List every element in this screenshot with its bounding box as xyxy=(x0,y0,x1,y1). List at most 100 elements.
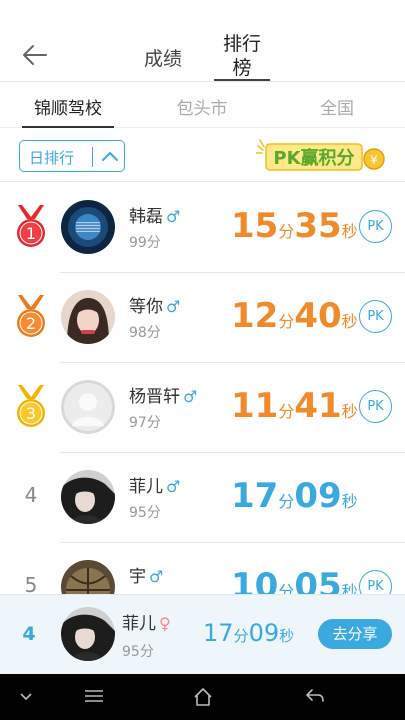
time-seconds: 09 xyxy=(248,619,280,647)
male-icon: ♂ xyxy=(166,477,181,496)
period-label: 日排行 xyxy=(29,149,75,167)
pk-button[interactable]: PK xyxy=(359,300,392,333)
my-avatar[interactable] xyxy=(61,607,115,661)
time-sec-unit: 秒 xyxy=(279,627,295,645)
tab-national[interactable]: 全国 xyxy=(318,94,356,119)
menu-icon[interactable] xyxy=(83,686,105,706)
avatar[interactable] xyxy=(61,470,115,524)
period-selector[interactable]: 日排行 xyxy=(19,140,125,172)
exam-time: 12分40秒 xyxy=(231,296,358,336)
rank-row[interactable]: 3 杨晋轩 ♂ 97分 11分41秒 PK xyxy=(0,362,405,453)
pk-button[interactable]: PK xyxy=(359,210,392,243)
male-icon: ♂ xyxy=(166,207,181,226)
my-name: 菲儿 ♀ xyxy=(122,609,171,634)
rank-row[interactable]: 2 等你 ♂ 98分 12分40秒 PK xyxy=(0,272,405,363)
user-name: 等你 ♂ xyxy=(129,292,180,317)
avatar[interactable] xyxy=(61,290,115,344)
exam-time: 10分05秒 xyxy=(231,566,358,594)
user-name: 韩磊 ♂ xyxy=(129,202,180,227)
avatar[interactable] xyxy=(61,560,115,594)
avatar[interactable] xyxy=(61,200,115,254)
pk-logo-text: PK赢积分 xyxy=(273,147,354,169)
active-tab-underline xyxy=(214,79,270,81)
time-seconds: 40 xyxy=(294,296,342,336)
chevron-up-icon xyxy=(102,151,118,161)
chevron-down-icon[interactable] xyxy=(16,686,36,706)
home-icon[interactable] xyxy=(192,686,214,708)
time-sec-unit: 秒 xyxy=(341,312,358,331)
time-minutes: 15 xyxy=(231,206,279,246)
time-seconds: 35 xyxy=(294,206,342,246)
time-sec-unit: 秒 xyxy=(341,402,358,421)
time-minutes: 17 xyxy=(203,619,234,647)
exam-time: 11分41秒 xyxy=(231,386,358,426)
tab-city[interactable]: 包头市 xyxy=(173,94,231,119)
silver-medal-icon: 2 xyxy=(17,295,45,337)
user-name-text: 等你 xyxy=(129,297,163,317)
scope-tabs: 锦顺驾校 包头市 全国 xyxy=(0,82,405,128)
rank-number: 2 xyxy=(26,314,36,333)
time-sec-unit: 秒 xyxy=(341,492,358,511)
time-min-unit: 分 xyxy=(278,222,295,241)
male-icon: ♂ xyxy=(183,387,198,406)
pk-button[interactable]: PK xyxy=(359,570,392,594)
user-name-text: 韩磊 xyxy=(129,207,163,227)
leaderboard-list[interactable]: 1 韩磊 ♂ 99分 15分35秒 PK 2 等你 ♂ 98分 12分40秒 P… xyxy=(0,182,405,594)
filter-bar: 日排行 PK赢积分 ¥ xyxy=(0,128,405,182)
time-minutes: 12 xyxy=(231,296,279,336)
user-name-text: 宇 xyxy=(129,567,146,587)
pk-points-logo[interactable]: PK赢积分 ¥ xyxy=(256,138,390,174)
user-score: 97分 xyxy=(129,415,161,431)
rank-row[interactable]: 1 韩磊 ♂ 99分 15分35秒 PK xyxy=(0,182,405,273)
time-sec-unit: 秒 xyxy=(341,222,358,241)
time-seconds: 09 xyxy=(294,476,342,516)
rank-row[interactable]: 5 宇 ♂ 10分05秒 PK xyxy=(0,542,405,594)
exam-time: 17分09秒 xyxy=(231,476,358,516)
time-sec-unit: 秒 xyxy=(341,582,358,594)
time-minutes: 17 xyxy=(231,476,279,516)
my-rank-bar: 4 菲儿 ♀ 95分 17分09秒 去分享 xyxy=(0,594,405,674)
time-min-unit: 分 xyxy=(278,312,295,331)
my-exam-time: 17分09秒 xyxy=(203,619,294,647)
bronze-medal-icon: 3 xyxy=(17,385,45,427)
pk-button[interactable]: PK xyxy=(359,390,392,423)
time-seconds: 41 xyxy=(294,386,342,426)
time-min-unit: 分 xyxy=(278,492,295,511)
share-button[interactable]: 去分享 xyxy=(318,619,392,649)
user-name: 杨晋轩 ♂ xyxy=(129,382,197,407)
rank-number: 1 xyxy=(26,224,36,243)
tab-leaderboard[interactable]: 排行榜 xyxy=(214,32,270,80)
time-min-unit: 分 xyxy=(233,627,249,645)
time-minutes: 11 xyxy=(231,386,279,426)
time-minutes: 10 xyxy=(231,566,279,594)
my-rank-number: 4 xyxy=(22,623,36,645)
user-name-text: 杨晋轩 xyxy=(129,387,180,407)
user-score: 98分 xyxy=(129,325,161,341)
back-arrow-icon[interactable] xyxy=(20,40,50,70)
system-nav-bar xyxy=(0,674,405,720)
time-min-unit: 分 xyxy=(278,402,295,421)
tab-scores[interactable]: 成绩 xyxy=(140,44,186,71)
period-divider xyxy=(92,147,93,167)
rank-number: 5 xyxy=(24,573,38,594)
svg-text:¥: ¥ xyxy=(370,153,378,167)
user-name: 宇 ♂ xyxy=(129,562,163,587)
tab-school[interactable]: 锦顺驾校 xyxy=(30,94,106,119)
exam-time: 15分35秒 xyxy=(231,206,358,246)
rank-row[interactable]: 4 菲儿 ♂ 95分 17分09秒 xyxy=(0,452,405,543)
back-icon[interactable] xyxy=(304,686,326,706)
avatar-placeholder[interactable] xyxy=(61,380,115,434)
user-name: 菲儿 ♂ xyxy=(129,472,180,497)
my-name-text: 菲儿 xyxy=(122,614,156,634)
rank-number: 3 xyxy=(26,404,36,423)
rank-number: 4 xyxy=(24,483,38,507)
my-score: 95分 xyxy=(122,644,154,660)
user-name-text: 菲儿 xyxy=(129,477,163,497)
top-header: 成绩 排行榜 xyxy=(0,0,405,82)
male-icon: ♂ xyxy=(149,567,164,586)
user-score: 99分 xyxy=(129,235,161,251)
time-min-unit: 分 xyxy=(278,582,295,594)
gold-medal-icon: 1 xyxy=(17,205,45,247)
male-icon: ♂ xyxy=(166,297,181,316)
time-seconds: 05 xyxy=(294,566,342,594)
